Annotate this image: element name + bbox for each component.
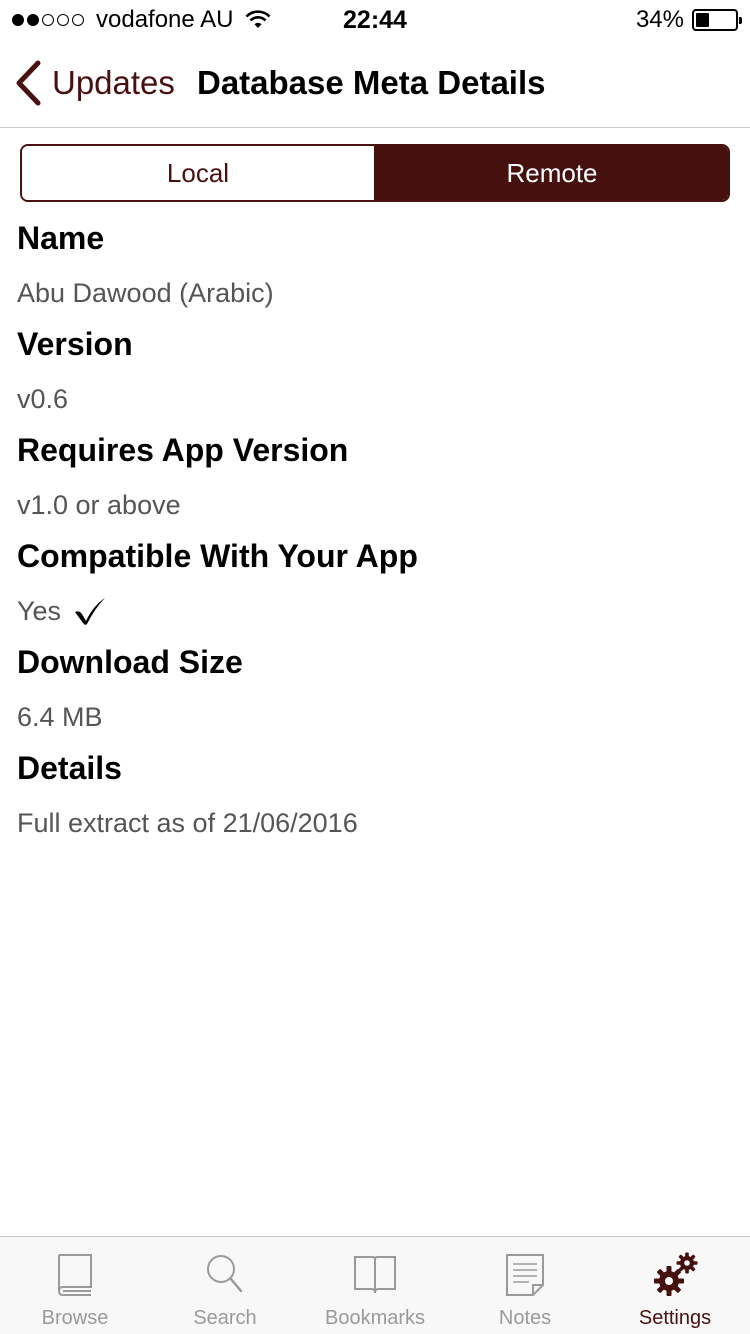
status-right: 34% <box>635 6 742 34</box>
download-size-value: 6.4 MB <box>17 684 733 746</box>
back-button[interactable]: Updates <box>14 60 175 106</box>
tab-bar: Browse Search Bookmarks Notes Settings <box>0 1236 750 1334</box>
tab-search-label: Search <box>193 1307 257 1329</box>
download-size-label: Download Size <box>17 644 243 680</box>
version-value: v0.6 <box>17 366 733 428</box>
tab-notes-label: Notes <box>498 1307 552 1329</box>
screen: vodafone AU 22:44 34% Updates Database M… <box>0 0 750 1334</box>
battery-level <box>696 13 709 27</box>
segment-remote[interactable]: Remote <box>374 146 728 200</box>
tab-bookmarks-label: Bookmarks <box>324 1307 426 1329</box>
details-label: Details <box>17 750 122 786</box>
compatible-value-text: Yes <box>17 596 62 626</box>
tab-bookmarks[interactable]: Bookmarks <box>300 1237 450 1334</box>
requires-app-version-label: Requires App Version <box>17 432 349 468</box>
gears-icon <box>654 1252 698 1296</box>
tab-settings[interactable]: Settings <box>600 1237 750 1334</box>
chevron-left-icon <box>16 60 41 106</box>
version-value-text: v0.6 <box>17 384 69 414</box>
name-value: Abu Dawood (Arabic) <box>17 260 733 322</box>
battery-percent: 34% <box>635 6 684 33</box>
requires-app-version-value: v1.0 or above <box>17 472 733 534</box>
battery-icon <box>692 9 742 31</box>
notes-icon <box>506 1254 544 1296</box>
tab-search[interactable]: Search <box>150 1237 300 1334</box>
segmented-control: Local Remote <box>20 144 730 202</box>
name-label: Name <box>17 220 105 256</box>
open-book-icon <box>354 1256 396 1294</box>
search-icon <box>207 1255 243 1293</box>
book-icon <box>57 1254 92 1296</box>
tab-browse[interactable]: Browse <box>0 1237 150 1334</box>
status-bar: vodafone AU 22:44 34% <box>0 0 750 40</box>
details-value: Full extract as of 21/06/2016 <box>17 790 733 852</box>
tab-notes[interactable]: Notes <box>450 1237 600 1334</box>
tab-settings-label: Settings <box>638 1307 712 1329</box>
compatible-value: Yes <box>17 578 733 640</box>
details-list: Name Abu Dawood (Arabic) Version v0.6 Re… <box>17 216 733 852</box>
name-value-text: Abu Dawood (Arabic) <box>17 278 274 308</box>
page-title: Database Meta Details <box>197 64 546 101</box>
version-label: Version <box>17 326 133 362</box>
tab-browse-label: Browse <box>41 1307 109 1329</box>
requires-app-version-value-text: v1.0 or above <box>17 490 181 520</box>
navigation-bar: Updates Database Meta Details <box>0 40 750 128</box>
download-size-value-text: 6.4 MB <box>17 702 103 732</box>
details-value-text: Full extract as of 21/06/2016 <box>17 808 358 838</box>
back-label: Updates <box>52 64 175 101</box>
checkmark-icon <box>75 598 106 625</box>
segment-local[interactable]: Local <box>22 146 374 200</box>
compatible-label: Compatible With Your App <box>17 538 418 574</box>
